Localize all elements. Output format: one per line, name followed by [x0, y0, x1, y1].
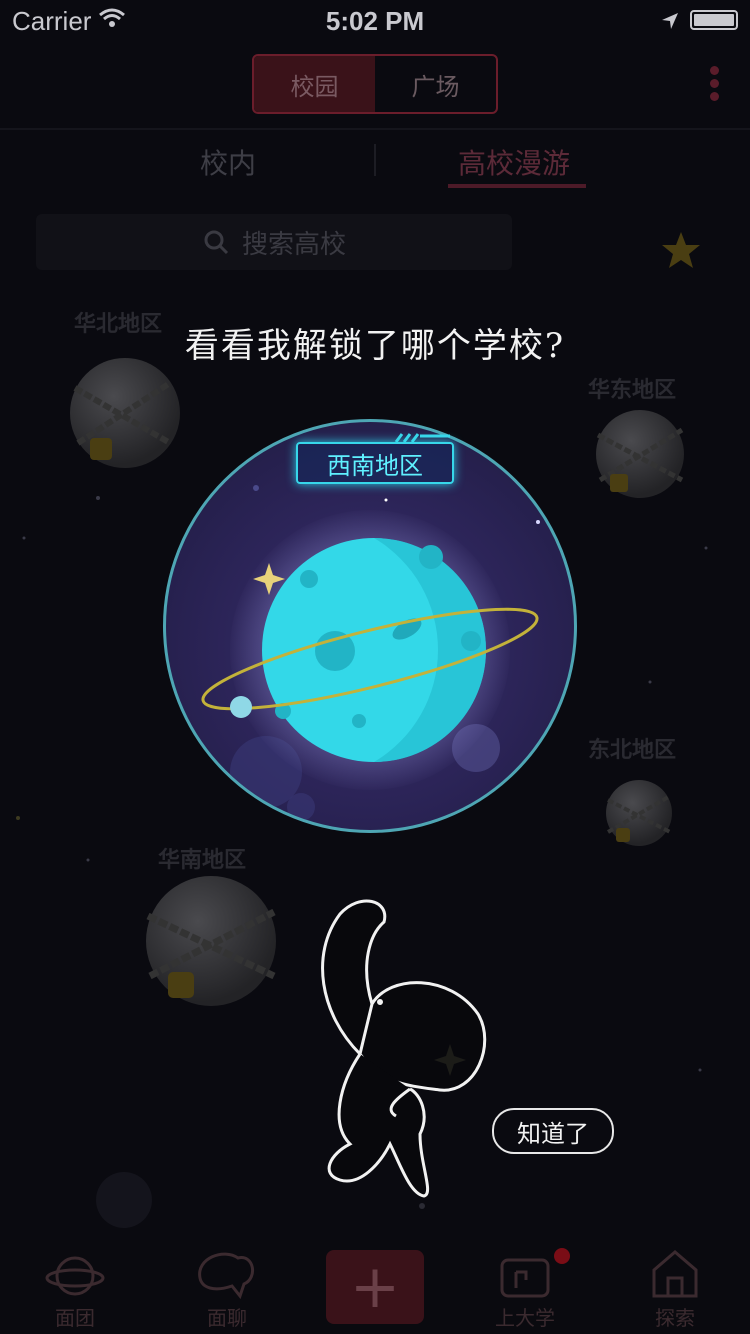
locked-planet-south[interactable]	[146, 876, 276, 1006]
region-label-south: 华南地区	[158, 848, 247, 873]
add-post-button[interactable]: +	[326, 1250, 424, 1324]
tab-label: 面聊	[207, 1306, 247, 1330]
plus-icon: +	[349, 1252, 401, 1322]
region-label-east: 华东地区	[588, 378, 677, 403]
elephant-chat-icon	[198, 1252, 254, 1300]
locked-planet-east[interactable]	[596, 410, 684, 498]
tab-miantuan[interactable]: 面团	[20, 1240, 130, 1334]
distant-planet	[96, 1172, 152, 1228]
app-screen: Carrier 5:02 PM 校园 广场 校内 高校漫游 搜索高校 华北地区 …	[0, 0, 750, 1334]
badge-stripes-icon	[394, 433, 450, 443]
tab-label: 上大学	[495, 1306, 555, 1330]
notification-badge	[554, 1248, 570, 1264]
tab-label: 探索	[655, 1306, 695, 1330]
lock-chain-icon	[146, 908, 276, 998]
tab-label: 面团	[55, 1306, 95, 1330]
school-icon	[500, 1258, 550, 1298]
tab-explore[interactable]: 探索	[620, 1240, 730, 1334]
region-label-northeast: 东北地区	[588, 738, 677, 763]
lock-chain-icon	[596, 427, 684, 492]
unlock-prompt-title: 看看我解锁了哪个学校?	[184, 326, 566, 366]
elephant-mascot-icon	[321, 899, 487, 1198]
tab-mianliao[interactable]: 面聊	[172, 1240, 282, 1334]
acknowledge-button[interactable]: 知道了	[492, 1108, 614, 1154]
locked-planet-northeast[interactable]	[606, 780, 672, 846]
region-badge: 西南地区	[296, 442, 454, 484]
region-badge-label: 西南地区	[327, 451, 423, 480]
planet-icon	[45, 1256, 105, 1296]
house-icon	[652, 1250, 698, 1298]
lock-chain-icon	[606, 794, 672, 842]
